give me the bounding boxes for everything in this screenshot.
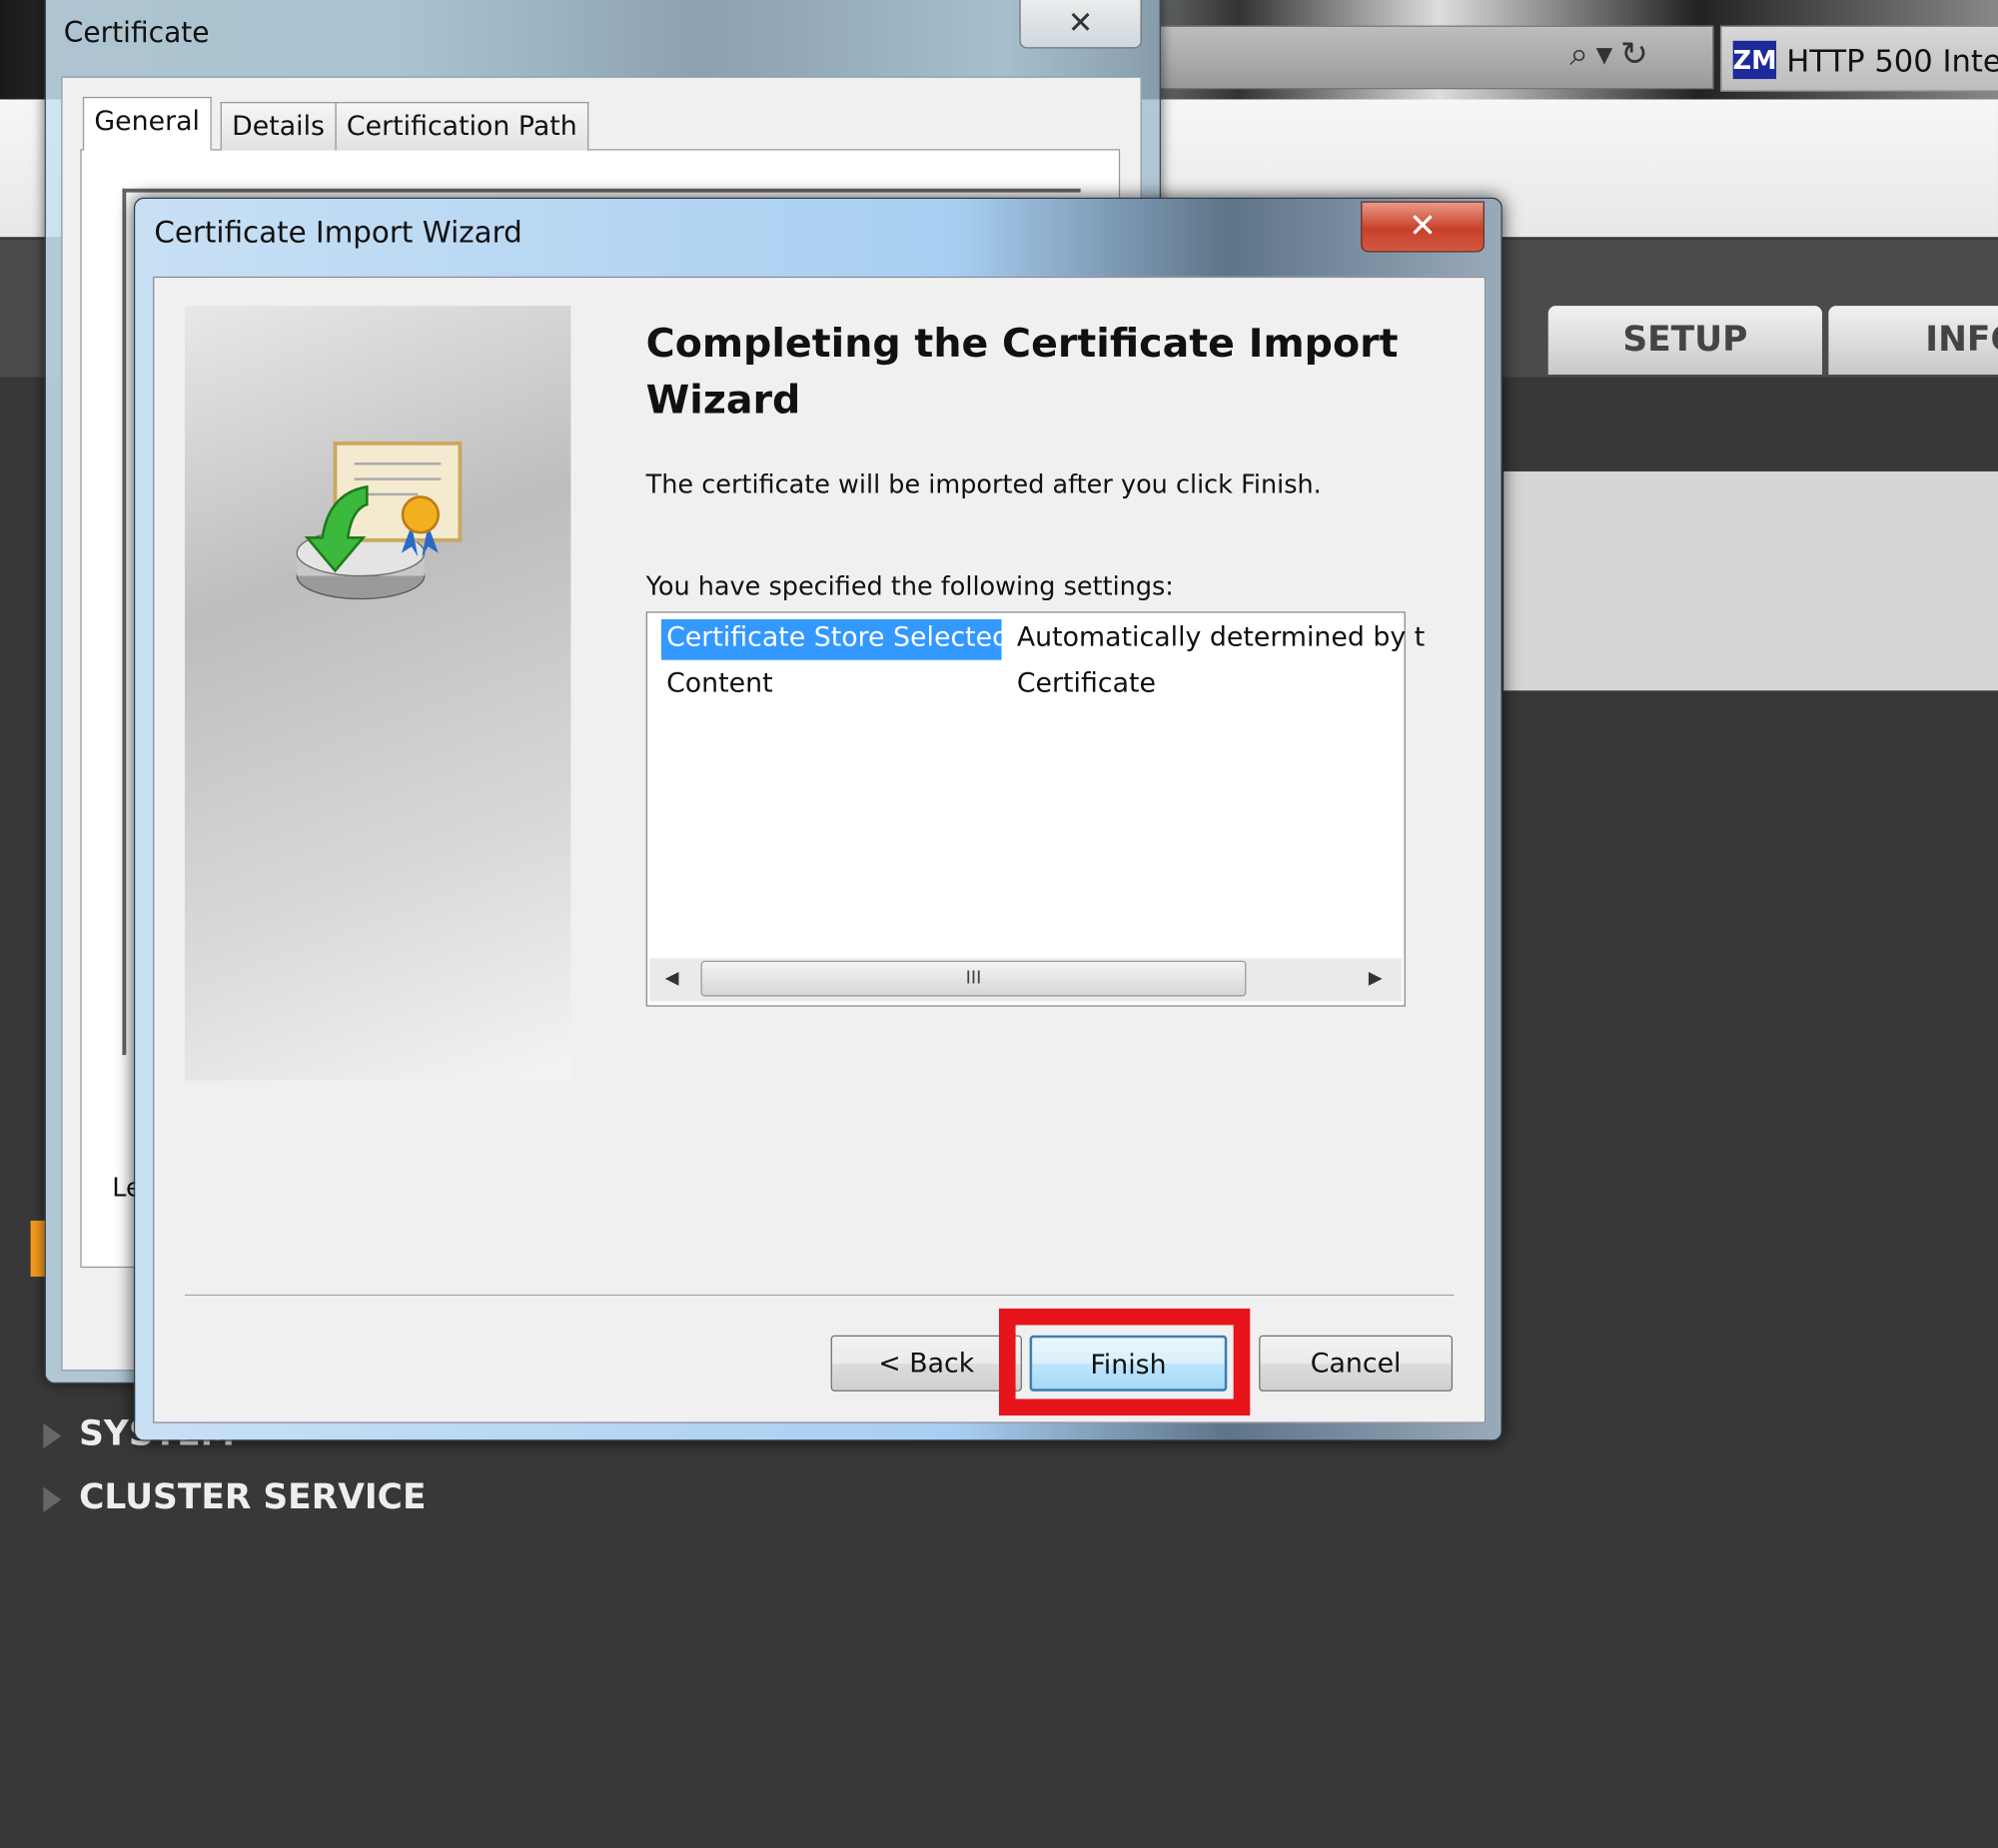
settings-label: You have specified the following setting… bbox=[645, 570, 1174, 602]
divider bbox=[184, 1294, 1455, 1298]
screen: ⌕▾↻ ZM HTTP 500 Inter SETUP INFO SYSTEM … bbox=[0, 0, 1998, 1848]
tab-general[interactable]: General bbox=[82, 96, 212, 151]
wizard-description: The certificate will be imported after y… bbox=[645, 468, 1322, 499]
nav-tab-info[interactable]: INFO bbox=[1828, 306, 1998, 375]
tab-certification-path[interactable]: Certification Path bbox=[335, 102, 589, 151]
back-button[interactable]: < Back bbox=[830, 1335, 1022, 1391]
setting-value: Automatically determined by t bbox=[1016, 621, 1426, 653]
setting-name[interactable]: Content bbox=[666, 667, 773, 698]
setting-value: Certificate bbox=[1016, 667, 1156, 698]
cancel-button[interactable]: Cancel bbox=[1259, 1335, 1454, 1391]
scroll-right-icon[interactable]: ▶ bbox=[1369, 968, 1383, 988]
site-favicon-icon: ZM bbox=[1732, 40, 1777, 80]
nav-tab-setup[interactable]: SETUP bbox=[1547, 306, 1822, 375]
browser-tab-title[interactable]: HTTP 500 Inter bbox=[1786, 43, 1998, 79]
expand-arrow-icon bbox=[43, 1422, 62, 1448]
close-icon[interactable]: ✕ bbox=[1019, 0, 1142, 49]
expand-arrow-icon bbox=[43, 1485, 62, 1512]
wizard-title: Certificate Import Wizard bbox=[154, 216, 522, 250]
certificate-dialog-title: Certificate bbox=[63, 17, 210, 50]
close-icon[interactable]: ✕ bbox=[1361, 201, 1485, 253]
wizard-heading: Completing the Certificate Import Wizard bbox=[645, 321, 1399, 424]
active-indicator bbox=[30, 1220, 46, 1278]
certificate-import-icon bbox=[296, 441, 463, 600]
search-refresh-icons[interactable]: ⌕▾↻ bbox=[1569, 36, 1655, 76]
sidebar-item-label: CLUSTER SERVICE bbox=[79, 1477, 427, 1518]
content-panel bbox=[1503, 470, 1998, 691]
scrollbar-thumb[interactable]: III bbox=[700, 960, 1247, 997]
sidebar-item-cluster-service[interactable]: CLUSTER SERVICE bbox=[43, 1477, 427, 1518]
wizard-side-image bbox=[184, 306, 571, 1081]
tab-details[interactable]: Details bbox=[220, 102, 337, 151]
scroll-left-icon[interactable]: ◀ bbox=[665, 968, 679, 988]
setting-name-selected[interactable]: Certificate Store Selected bbox=[660, 618, 1009, 660]
finish-highlight-annotation bbox=[998, 1308, 1251, 1416]
